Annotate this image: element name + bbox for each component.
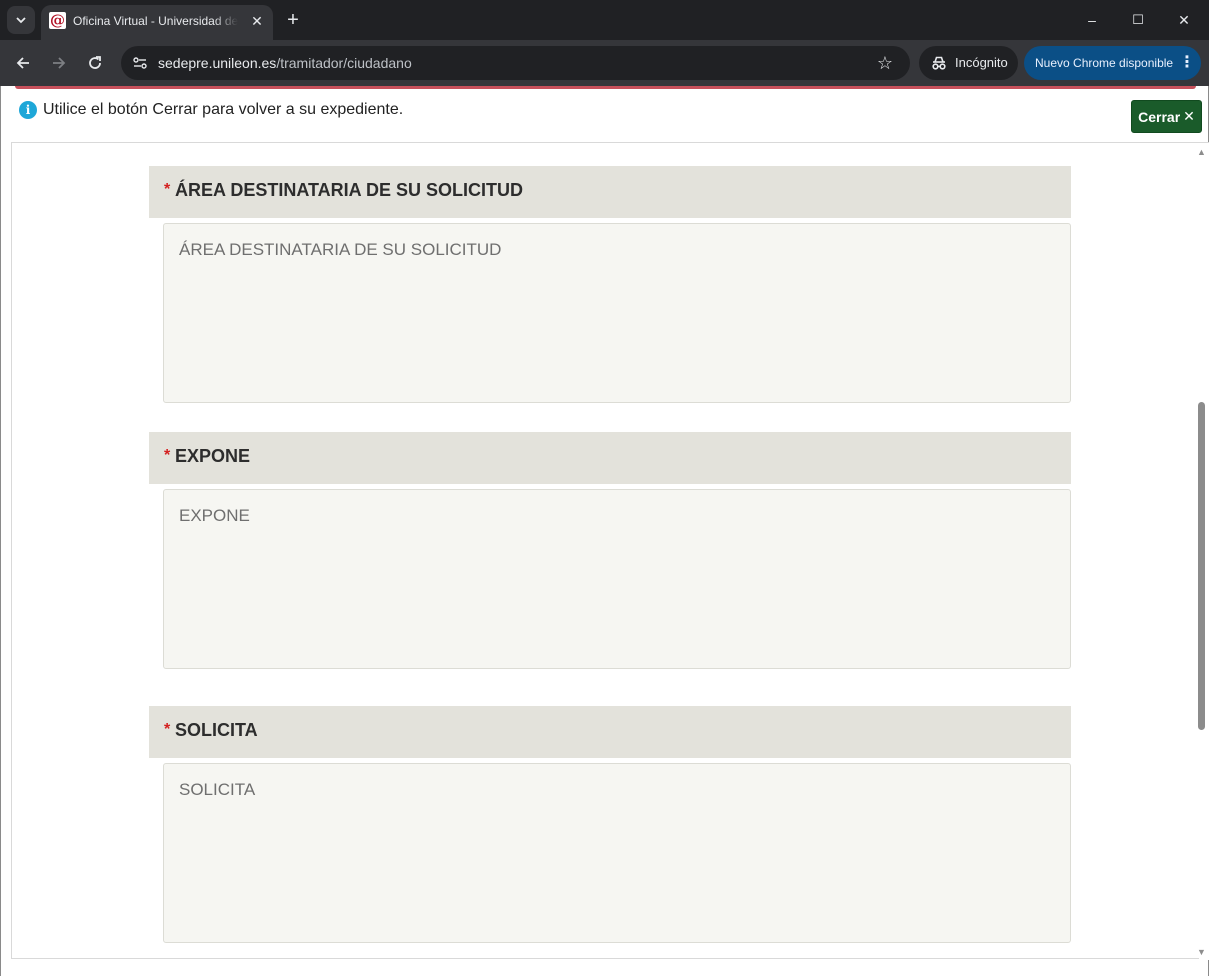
bookmark-star-icon[interactable]: ☆ <box>874 52 896 74</box>
update-label: Nuevo Chrome disponible <box>1035 56 1174 70</box>
incognito-icon <box>932 56 946 70</box>
cerrar-label: Cerrar <box>1138 108 1181 125</box>
incognito-label: Incógnito <box>955 55 1008 70</box>
section-title: EXPONE <box>175 446 251 466</box>
section-title: SOLICITA <box>175 720 258 740</box>
section-header-expone: * EXPONE <box>149 432 1071 484</box>
browser-window: @ Oficina Virtual - Universidad de León … <box>0 0 1209 976</box>
chevron-down-icon <box>16 17 26 24</box>
forward-arrow-icon[interactable] <box>47 51 71 75</box>
back-arrow-icon[interactable] <box>11 51 35 75</box>
solicita-textarea[interactable]: SOLICITA <box>163 763 1071 943</box>
scroll-up-arrow-icon[interactable]: ▲ <box>1197 148 1206 157</box>
required-marker: * <box>164 447 171 464</box>
info-notice: i Utilice el botón Cerrar para volver a … <box>19 100 403 120</box>
more-menu-icon[interactable]: ⋮ <box>1179 53 1195 73</box>
new-tab-button[interactable]: + <box>283 9 303 31</box>
url-path: /tramitador/ciudadano <box>276 55 412 71</box>
address-bar[interactable]: sedepre.unileon.es/tramitador/ciudadano … <box>121 46 910 80</box>
chrome-update-button[interactable]: Nuevo Chrome disponible ⋮ <box>1024 46 1201 80</box>
tab-strip: @ Oficina Virtual - Universidad de León … <box>0 0 1209 40</box>
textarea-placeholder: EXPONE <box>179 506 250 525</box>
top-accent-bar <box>15 86 1196 89</box>
section-header-area: * ÁREA DESTINATARIA DE SU SOLICITUD <box>149 166 1071 218</box>
section-title: ÁREA DESTINATARIA DE SU SOLICITUD <box>175 180 524 200</box>
maximize-button[interactable]: ☐ <box>1115 6 1161 34</box>
browser-toolbar: sedepre.unileon.es/tramitador/ciudadano … <box>0 40 1209 86</box>
required-marker: * <box>164 181 171 198</box>
scroll-down-arrow-icon[interactable]: ▼ <box>1197 948 1206 957</box>
university-favicon-icon: @ <box>49 11 66 29</box>
notice-text: Utilice el botón Cerrar para volver a su… <box>43 101 404 118</box>
url-text: sedepre.unileon.es/tramitador/ciudadano <box>158 55 412 71</box>
window-close-button[interactable]: ✕ <box>1161 6 1207 34</box>
close-icon: ✕ <box>1183 108 1195 124</box>
textarea-placeholder: ÁREA DESTINATARIA DE SU SOLICITUD <box>179 240 502 259</box>
tab-close-icon[interactable]: ✕ <box>249 13 265 29</box>
page-content: i Utilice el botón Cerrar para volver a … <box>0 86 1209 976</box>
reload-icon[interactable] <box>83 51 107 75</box>
scrollbar-thumb[interactable] <box>1198 402 1205 730</box>
browser-tab[interactable]: @ Oficina Virtual - Universidad de León … <box>41 5 273 40</box>
tab-search-button[interactable] <box>7 6 35 34</box>
section-header-solicita: * SOLICITA <box>149 706 1071 758</box>
vertical-scrollbar[interactable]: ▲ ▼ <box>1193 144 1209 960</box>
expone-textarea[interactable]: EXPONE <box>163 489 1071 669</box>
required-marker: * <box>164 721 171 738</box>
minimize-button[interactable]: – <box>1069 6 1115 34</box>
info-icon: i <box>19 101 37 119</box>
url-host: sedepre.unileon.es <box>158 55 277 71</box>
form-frame: * ÁREA DESTINATARIA DE SU SOLICITUD ÁREA… <box>11 142 1209 958</box>
tab-title: Oficina Virtual - Universidad de León <box>73 14 238 28</box>
site-settings-icon[interactable] <box>129 52 151 74</box>
frame-bottom-border <box>11 958 1199 959</box>
area-destinataria-textarea[interactable]: ÁREA DESTINATARIA DE SU SOLICITUD <box>163 223 1071 403</box>
textarea-placeholder: SOLICITA <box>179 780 256 799</box>
incognito-button[interactable]: Incógnito <box>919 46 1018 80</box>
cerrar-button[interactable]: Cerrar ✕ <box>1131 100 1202 133</box>
